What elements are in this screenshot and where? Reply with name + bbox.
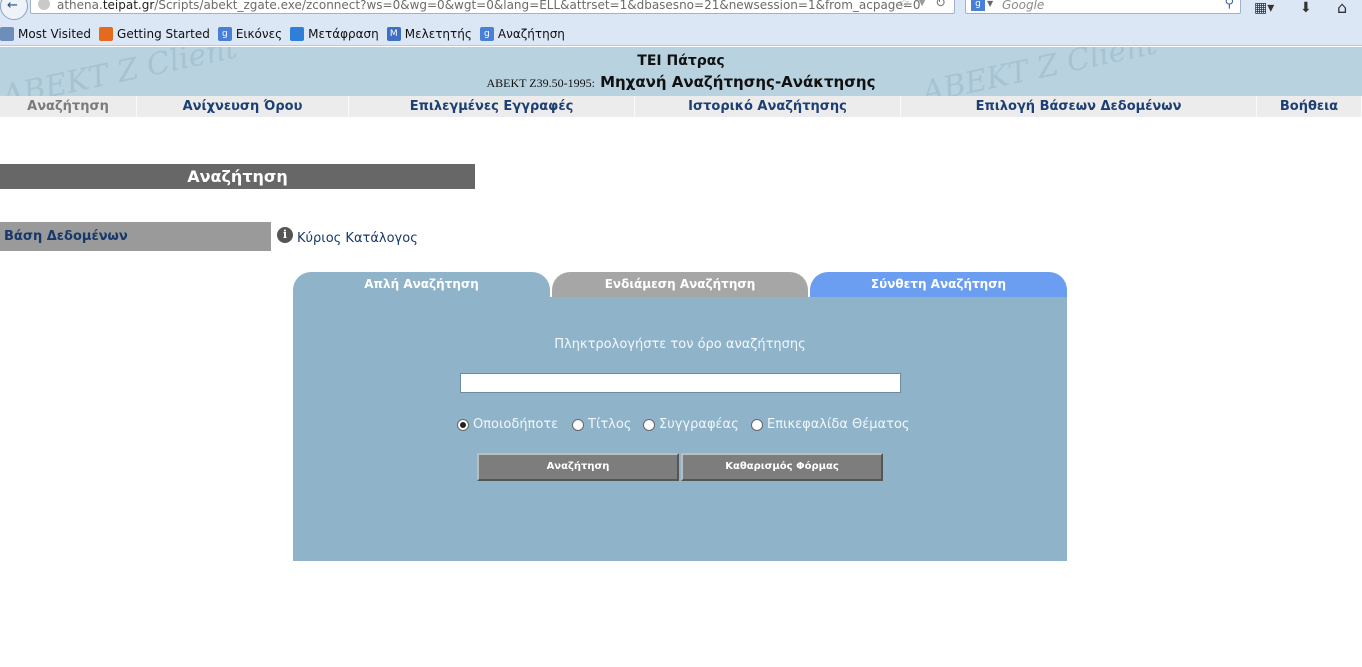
header-subtitle: ABEKT Z39.50-1995: Μηχανή Αναζήτησης-Ανά… [0, 72, 1362, 91]
addons-icon[interactable]: ▦▾ [1254, 0, 1274, 16]
reload-icon[interactable]: ↻ [935, 0, 946, 11]
radio-title[interactable]: Τίτλος [572, 417, 631, 432]
tab-advanced-search[interactable]: Σύνθετη Αναζήτηση [810, 272, 1067, 297]
section-title: Αναζήτηση [187, 167, 288, 186]
header-title: ΤΕΙ Πάτρας [637, 53, 725, 69]
radio-button[interactable] [457, 418, 469, 431]
search-engine-icon[interactable]: g [971, 0, 985, 11]
history-dropdown-icon[interactable]: ▼ [918, 0, 926, 8]
search-placeholder: Google [1002, 0, 1045, 12]
menu-search-history[interactable]: Ιστορικό Αναζήτησης [635, 96, 901, 117]
menu-selected-records[interactable]: Επιλεγμένες Εγγραφές [349, 96, 635, 117]
download-icon[interactable]: ⬇ [1300, 0, 1312, 16]
menu-help[interactable]: Βοήθεια [1257, 96, 1362, 117]
bookmark-getting-started[interactable]: Getting Started [99, 26, 210, 41]
search-term-input[interactable] [460, 373, 901, 393]
tab-intermediate-search[interactable]: Ενδιάμεση Αναζήτηση [552, 272, 808, 297]
back-button[interactable]: ← [0, 0, 28, 20]
bookmark-translate[interactable]: Μετάφραση [290, 26, 379, 41]
menu-database-selection[interactable]: Επιλογή Βάσεων Δεδομένων [901, 96, 1257, 117]
scholar-icon: M [386, 26, 401, 41]
menu-search[interactable]: Αναζήτηση [0, 96, 137, 117]
database-name[interactable]: Κύριος Κατάλογος [297, 231, 418, 246]
section-title-bar: Αναζήτηση [0, 164, 475, 189]
bookmark-label: Most Visited [18, 26, 92, 41]
database-label-bar: Βάση Δεδομένων [0, 222, 271, 251]
radio-label: Τίτλος [588, 417, 632, 432]
browser-toolbar: ← athena.teipat.gr/Scripts/abekt_zgate.e… [0, 0, 1362, 22]
header-engine-name: Μηχανή Αναζήτησης-Ανάκτησης [600, 73, 876, 91]
radio-button[interactable] [643, 418, 655, 431]
database-label: Βάση Δεδομένων [4, 229, 128, 244]
radio-button[interactable] [572, 418, 584, 431]
search-panel: Πληκτρολογήστε τον όρο αναζήτησης Οποιοδ… [293, 297, 1067, 561]
header-standard: ABEKT Z39.50-1995: [486, 76, 595, 90]
info-icon[interactable]: i [277, 227, 293, 243]
radio-button[interactable] [751, 418, 763, 431]
clear-form-button[interactable]: Καθαρισμός Φόρμας [681, 453, 883, 481]
bookmark-label: Getting Started [117, 26, 210, 41]
menu-term-scan[interactable]: Ανίχνευση Όρου [137, 96, 349, 117]
search-button[interactable]: Αναζήτηση [477, 453, 679, 481]
bookmark-label: Εικόνες [235, 26, 283, 41]
radio-label: Επικεφαλίδα Θέματος [767, 417, 910, 432]
most-visited-icon [0, 26, 14, 41]
tab-simple-search[interactable]: Απλή Αναζήτηση [293, 272, 550, 297]
back-arrow-icon: ← [7, 0, 18, 13]
address-bar[interactable]: athena.teipat.gr/Scripts/abekt_zgate.exe… [30, 0, 955, 14]
bookmark-search[interactable]: g Αναζήτηση [479, 26, 565, 41]
bookmark-label: Αναζήτηση [497, 26, 565, 41]
globe-icon [38, 0, 50, 10]
bookmark-most-visited[interactable]: Most Visited [0, 26, 92, 41]
bookmarks-toolbar: Most Visited Getting Started g Εικόνες Με… [0, 22, 1362, 46]
google-icon: g [479, 26, 494, 41]
google-icon: g [217, 26, 232, 41]
search-prompt: Πληκτρολογήστε τον όρο αναζήτησης [554, 337, 806, 352]
main-menu: Αναζήτηση Ανίχνευση Όρου Επιλεγμένες Εγγ… [0, 96, 1362, 117]
radio-subject-heading[interactable]: Επικεφαλίδα Θέματος [751, 417, 910, 432]
bookmark-label: Μετάφραση [308, 26, 379, 41]
bookmark-images[interactable]: g Εικόνες [217, 26, 283, 41]
bookmark-star-icon[interactable]: ☆ [898, 0, 910, 11]
home-icon[interactable]: ⌂ [1337, 0, 1347, 17]
radio-author[interactable]: Συγγραφέας [643, 417, 739, 432]
firefox-icon [99, 26, 114, 41]
search-icon[interactable]: ⚲ [1224, 0, 1234, 11]
bookmark-scholar[interactable]: M Μελετητής [386, 26, 472, 41]
radio-label: Συγγραφέας [659, 417, 739, 432]
site-header: ABEKT Z Client ABEKT Z Client ΤΕΙ Πάτρας… [0, 47, 1362, 96]
radio-any-field[interactable]: Οποιοδήποτε [457, 417, 558, 432]
chevron-down-icon[interactable]: ▼ [987, 0, 993, 8]
address-text: athena.teipat.gr/Scripts/abekt_zgate.exe… [57, 0, 921, 12]
browser-search-box[interactable]: g ▼ Google ⚲ [965, 0, 1241, 14]
radio-label: Οποιοδήποτε [473, 417, 559, 432]
bookmark-label: Μελετητής [404, 26, 472, 41]
translate-icon [290, 26, 305, 41]
